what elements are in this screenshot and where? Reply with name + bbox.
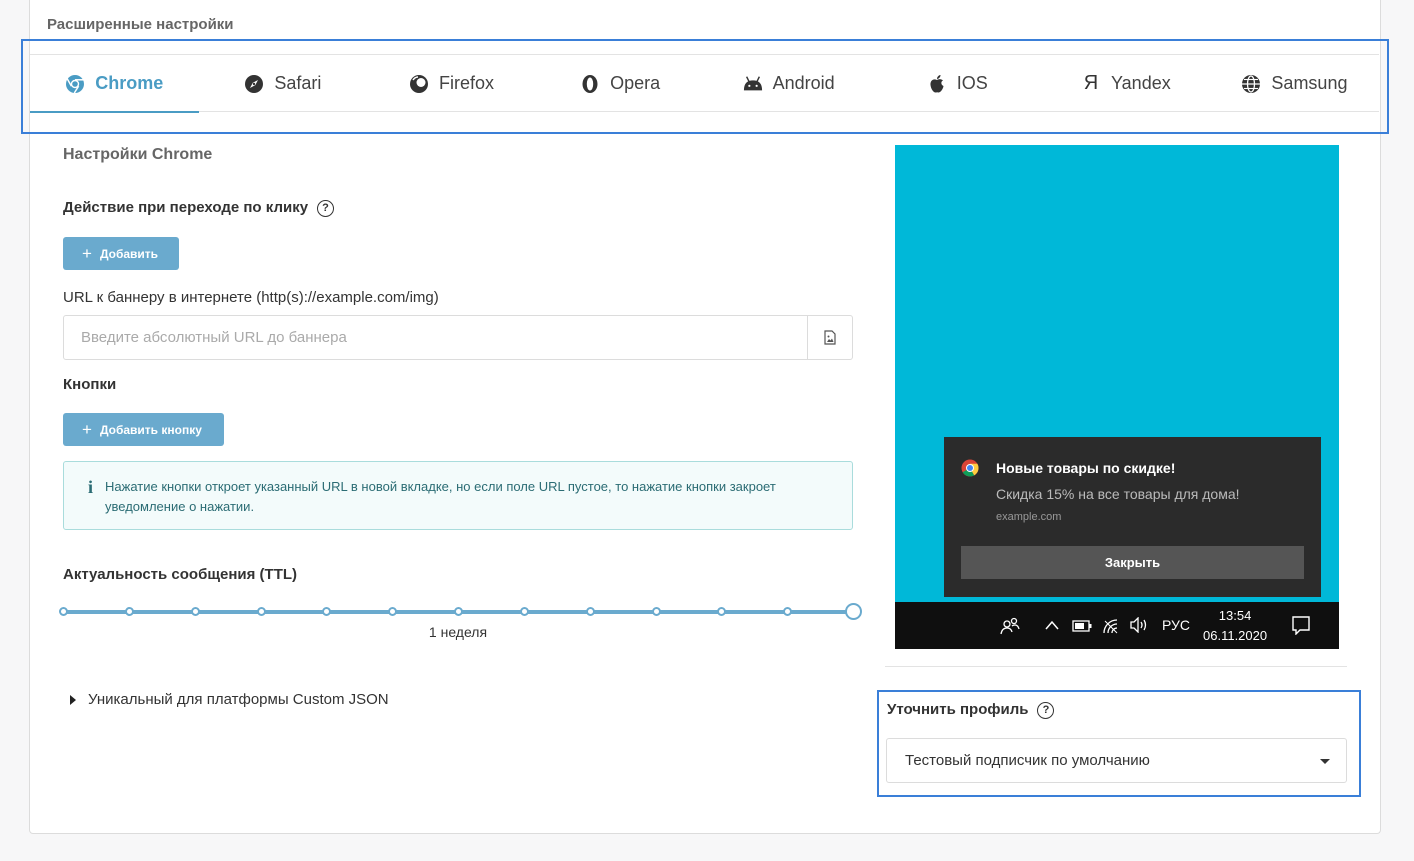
add-button-button-label: Добавить кнопку xyxy=(99,422,202,437)
globe-icon xyxy=(1241,74,1261,94)
notification-center-icon xyxy=(1292,616,1310,635)
slider-tick[interactable] xyxy=(124,607,134,616)
slider-tick[interactable] xyxy=(454,607,463,616)
buttons-label: Кнопки xyxy=(63,376,117,393)
click-action-label: Действие при переходе по клику? xyxy=(63,199,335,217)
tab-label: Opera xyxy=(610,73,661,93)
tab-label: IOS xyxy=(956,73,988,93)
notification-toast: Новые товары по скидке! Скидка 15% на вс… xyxy=(944,437,1321,597)
add-action-button[interactable]: + Добавить xyxy=(63,237,179,270)
ttl-label: Актуальность сообщения (TTL) xyxy=(63,566,298,583)
tab-android[interactable]: Android xyxy=(704,55,873,112)
taskbar-time: 13:54 xyxy=(1218,608,1252,623)
tab-chrome[interactable]: Chrome xyxy=(30,55,199,113)
slider-tick[interactable] xyxy=(717,607,727,616)
notification-site: example.com xyxy=(996,511,1062,523)
slider-tick[interactable] xyxy=(322,607,332,616)
taskbar: РУС 13:54 06.11.2020 xyxy=(895,602,1339,649)
android-icon xyxy=(743,74,763,94)
caret-down-icon xyxy=(1320,759,1330,764)
taskbar-clock: 13:54 06.11.2020 xyxy=(1203,606,1267,646)
plus-icon: + xyxy=(82,420,92,439)
tab-yandex[interactable]: Я Yandex xyxy=(1042,55,1211,112)
slider-thumb[interactable] xyxy=(845,603,862,620)
slider-tick[interactable] xyxy=(519,607,529,616)
info-alert: i Нажатие кнопки откроет указанный URL в… xyxy=(63,461,853,530)
tab-label: Android xyxy=(772,73,835,93)
add-action-button-label: Добавить xyxy=(99,246,159,261)
custom-json-toggle[interactable]: Уникальный для платформы Custom JSON xyxy=(70,691,389,708)
taskbar-language: РУС xyxy=(1162,617,1191,633)
profile-select[interactable]: Тестовый подписчик по умолчанию xyxy=(886,738,1347,783)
help-icon[interactable]: ? xyxy=(1037,702,1055,719)
battery-icon xyxy=(1072,620,1092,632)
tab-label: Firefox xyxy=(438,73,494,93)
tab-label: Samsung xyxy=(1271,73,1348,93)
opera-icon xyxy=(580,74,600,94)
people-icon xyxy=(1000,617,1020,635)
notification-title: Новые товары по скидке! xyxy=(996,460,1176,476)
slider-tick[interactable] xyxy=(190,607,200,616)
custom-json-label: Уникальный для платформы Custom JSON xyxy=(88,691,389,708)
notification-body: Скидка 15% на все товары для дома! xyxy=(996,486,1240,502)
slider-tick[interactable] xyxy=(651,607,661,616)
profile-label: Уточнить профиль? xyxy=(887,701,1055,719)
browser-tabs: Chrome Safari Firefox Opera Android IOS … xyxy=(30,54,1379,113)
settings-title: Настройки Chrome xyxy=(63,146,213,163)
ttl-slider[interactable] xyxy=(59,603,863,623)
chrome-logo-icon xyxy=(961,459,979,477)
banner-url-label: URL к баннеру в интернете (http(s)://exa… xyxy=(63,289,439,306)
slider-tick[interactable] xyxy=(59,607,68,616)
yandex-icon: Я xyxy=(1083,72,1099,94)
slider-tick[interactable] xyxy=(256,607,266,616)
click-action-label-text: Действие при переходе по клику xyxy=(63,199,309,216)
info-text: Нажатие кнопки откроет указанный URL в н… xyxy=(105,479,776,514)
tab-label: Yandex xyxy=(1111,73,1171,93)
slider-tick[interactable] xyxy=(783,607,793,616)
section-title: Расширенные настройки xyxy=(47,16,234,33)
notification-preview: Новые товары по скидке! Скидка 15% на вс… xyxy=(895,145,1339,649)
ttl-value: 1 неделя xyxy=(428,624,488,640)
tab-safari[interactable]: Safari xyxy=(199,55,368,112)
plus-icon: + xyxy=(82,244,92,263)
volume-icon xyxy=(1130,617,1147,633)
chevron-up-icon xyxy=(1045,620,1059,630)
caret-right-icon xyxy=(70,694,76,705)
slider-tick[interactable] xyxy=(585,607,595,616)
add-button-button[interactable]: + Добавить кнопку xyxy=(63,413,224,446)
chrome-icon xyxy=(65,74,85,94)
tab-label: Chrome xyxy=(95,73,164,93)
profile-select-value: Тестовый подписчик по умолчанию xyxy=(905,752,1150,769)
banner-url-field xyxy=(63,315,853,360)
notification-close-button[interactable]: Закрыть xyxy=(961,546,1304,579)
tab-opera[interactable]: Opera xyxy=(536,55,705,112)
banner-url-input[interactable] xyxy=(64,316,807,359)
tab-ios[interactable]: IOS xyxy=(873,55,1042,112)
divider xyxy=(885,666,1347,667)
compass-icon xyxy=(244,74,264,94)
taskbar-date: 06.11.2020 xyxy=(1203,628,1268,643)
firefox-icon xyxy=(409,74,429,94)
tab-firefox[interactable]: Firefox xyxy=(367,55,536,112)
image-file-icon xyxy=(824,330,836,345)
info-icon: i xyxy=(88,477,94,497)
help-icon[interactable]: ? xyxy=(317,200,335,217)
apple-icon xyxy=(927,74,947,94)
wifi-icon xyxy=(1103,619,1118,634)
image-file-button[interactable] xyxy=(807,316,852,359)
tab-samsung[interactable]: Samsung xyxy=(1210,55,1379,112)
profile-label-text: Уточнить профиль xyxy=(887,701,1029,718)
slider-tick[interactable] xyxy=(388,607,398,616)
tab-label: Safari xyxy=(274,73,322,93)
